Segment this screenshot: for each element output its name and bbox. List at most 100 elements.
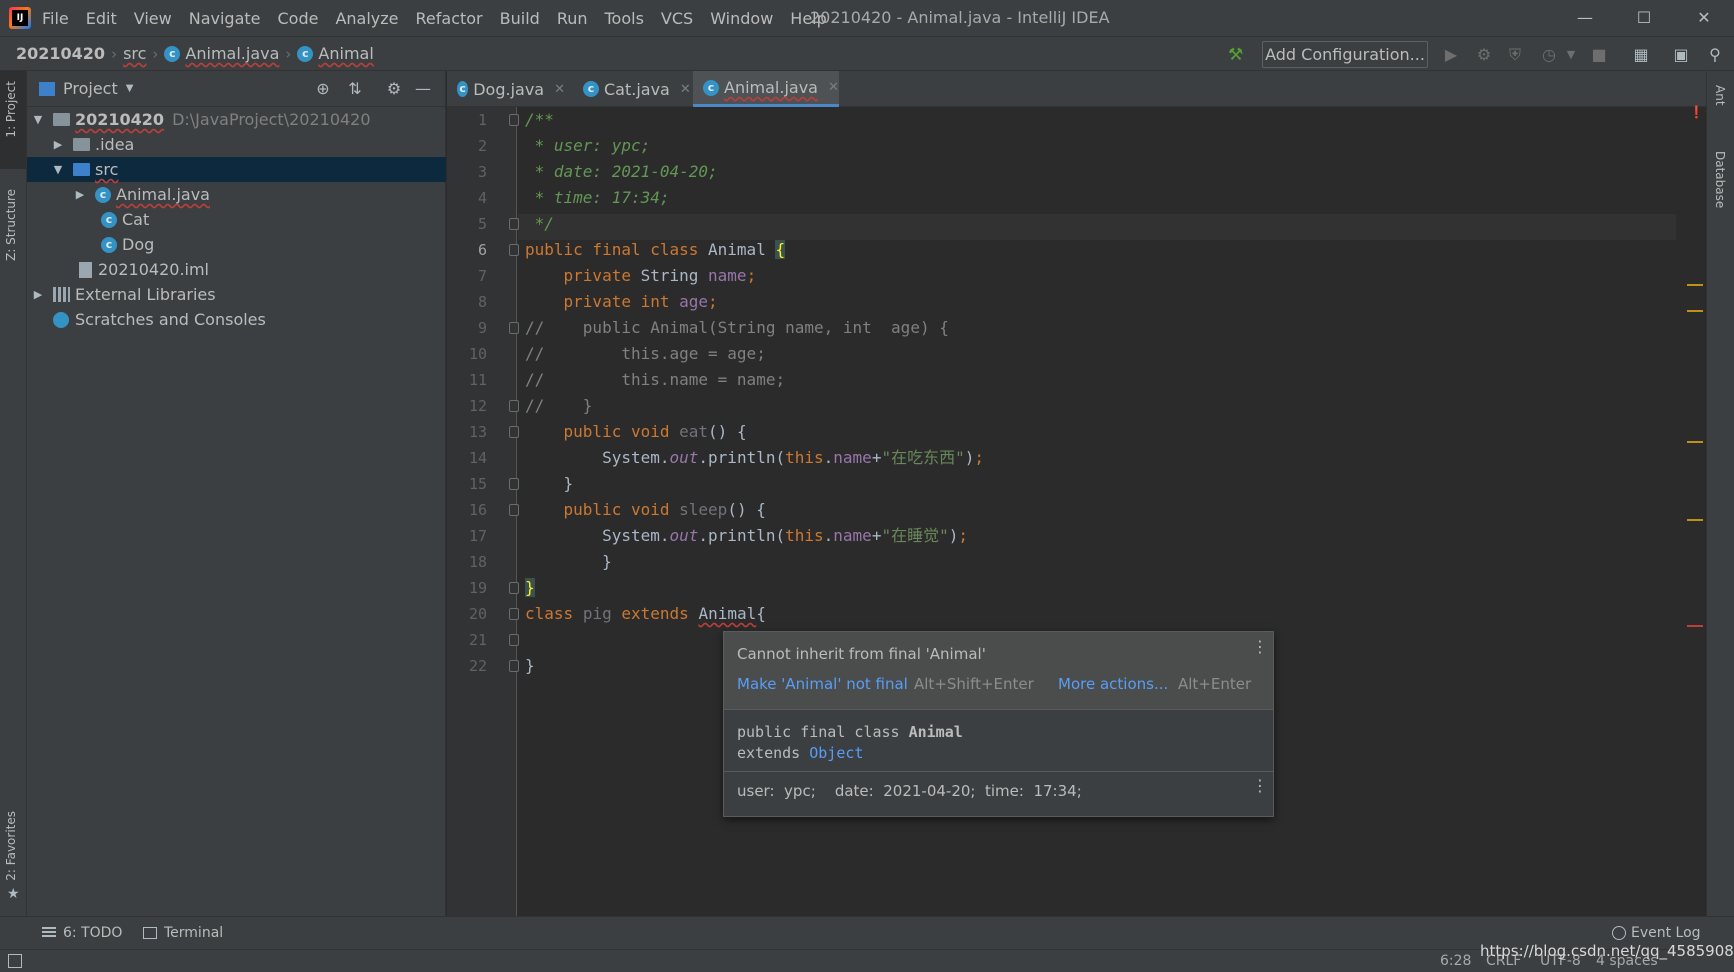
- toggle-panel-icon[interactable]: ▣: [1670, 44, 1692, 66]
- expand-triangle-icon[interactable]: ▶: [51, 138, 65, 151]
- fold-marker-icon[interactable]: [509, 244, 519, 256]
- tool-tab-project[interactable]: 1: Project: [4, 81, 18, 138]
- tab-cat-java[interactable]: c Cat.java ✕: [573, 71, 691, 107]
- tool-tab-todo[interactable]: 6: TODO: [42, 925, 122, 941]
- menu-analyze[interactable]: Analyze: [334, 7, 399, 30]
- menu-tools[interactable]: Tools: [604, 7, 645, 30]
- breadcrumb-src[interactable]: src: [123, 44, 146, 63]
- tree-item-iml[interactable]: 20210420.iml: [27, 257, 446, 282]
- tree-item-animal-java[interactable]: ▶ c Animal.java: [27, 182, 446, 207]
- tree-item-project-root[interactable]: ▼ 20210420 D:\JavaProject\20210420: [27, 107, 446, 132]
- tree-item-dog[interactable]: c Dog: [27, 232, 446, 257]
- close-tab-icon[interactable]: ✕: [554, 82, 565, 97]
- event-log-label: Event Log: [1631, 925, 1701, 941]
- tree-item-label: .idea: [95, 135, 135, 154]
- tool-tab-terminal[interactable]: Terminal: [143, 925, 223, 941]
- terminal-label: Terminal: [164, 925, 224, 941]
- fold-marker-icon[interactable]: [509, 634, 519, 646]
- close-window-icon[interactable]: ✕: [1692, 6, 1716, 30]
- warning-mark[interactable]: [1687, 441, 1703, 443]
- tool-tab-database[interactable]: Database: [1713, 151, 1727, 208]
- fold-marker-icon[interactable]: [509, 426, 519, 438]
- project-view-selector[interactable]: Project: [63, 79, 118, 98]
- search-icon[interactable]: ⚲: [1704, 44, 1726, 66]
- menu-run[interactable]: Run: [556, 7, 589, 30]
- caret-position[interactable]: 6:28: [1440, 953, 1471, 969]
- build-hammer-icon[interactable]: ⚒: [1228, 45, 1248, 65]
- close-tab-icon[interactable]: ✕: [680, 82, 691, 97]
- make-not-final-link[interactable]: Make 'Animal' not final: [737, 675, 908, 693]
- warning-mark[interactable]: [1687, 310, 1703, 312]
- breadcrumb-file[interactable]: c Animal.java: [164, 44, 279, 63]
- tool-tab-ant[interactable]: Ant: [1713, 85, 1727, 106]
- fold-marker-icon[interactable]: [509, 218, 519, 230]
- error-mark[interactable]: [1687, 625, 1703, 627]
- close-tab-icon[interactable]: ✕: [828, 80, 839, 95]
- chevron-down-icon[interactable]: ▼: [1560, 44, 1582, 66]
- fold-marker-icon[interactable]: [509, 608, 519, 620]
- profile-icon[interactable]: ◷: [1538, 44, 1560, 66]
- more-options-icon[interactable]: ⋮: [1252, 639, 1268, 655]
- hide-panel-icon[interactable]: —: [413, 79, 433, 99]
- add-configuration-button[interactable]: Add Configuration...: [1262, 41, 1428, 68]
- more-actions-link[interactable]: More actions...: [1058, 675, 1168, 693]
- project-structure-icon[interactable]: ▦: [1630, 44, 1652, 66]
- tree-item-external-libraries[interactable]: ▶ External Libraries: [27, 282, 446, 307]
- breadcrumb-project[interactable]: 20210420: [16, 44, 105, 63]
- error-indicator-icon[interactable]: ❗: [1689, 105, 1704, 119]
- code-line-16: public void sleep() {: [563, 500, 766, 519]
- tree-item-cat[interactable]: c Cat: [27, 207, 446, 232]
- fold-marker-icon[interactable]: [509, 582, 519, 594]
- fold-marker-icon[interactable]: [509, 400, 519, 412]
- menu-code[interactable]: Code: [277, 7, 320, 30]
- tool-tab-favorites[interactable]: 2: Favorites: [4, 811, 18, 881]
- fold-marker-icon[interactable]: [509, 478, 519, 490]
- coverage-icon[interactable]: ⛨: [1504, 44, 1526, 66]
- code-line-10: // this.age = age;: [525, 344, 766, 363]
- collapse-all-icon[interactable]: ⇅: [345, 79, 365, 99]
- menu-vcs[interactable]: VCS: [660, 7, 694, 30]
- project-panel: Project ▼ ⊕ ⇅ ⚙ — ▼ 20210420 D:\JavaProj…: [27, 71, 446, 916]
- menu-refactor[interactable]: Refactor: [415, 7, 484, 30]
- code-line-18: }: [525, 552, 612, 571]
- minimize-icon[interactable]: —: [1573, 6, 1597, 30]
- expand-triangle-icon[interactable]: ▶: [31, 288, 45, 301]
- tree-item-src[interactable]: ▼ src: [27, 157, 446, 182]
- breadcrumb-class[interactable]: c Animal: [297, 44, 374, 63]
- tree-item-scratches[interactable]: Scratches and Consoles: [27, 307, 446, 332]
- toggle-tool-windows-icon[interactable]: [8, 954, 22, 968]
- tree-item-label: src: [95, 160, 119, 179]
- module-folder-icon: [53, 113, 70, 126]
- tool-tab-structure[interactable]: Z: Structure: [4, 189, 18, 261]
- chevron-down-icon[interactable]: ▼: [126, 83, 134, 94]
- gear-icon[interactable]: ⚙: [384, 79, 404, 99]
- run-icon[interactable]: ▶: [1440, 44, 1462, 66]
- menu-file[interactable]: File: [41, 7, 70, 30]
- stop-icon[interactable]: ■: [1588, 44, 1610, 66]
- tab-dog-java[interactable]: c Dog.java ✕: [447, 71, 565, 107]
- locate-file-icon[interactable]: ⊕: [313, 79, 333, 99]
- tree-item-label: Scratches and Consoles: [75, 310, 266, 329]
- warning-mark[interactable]: [1687, 519, 1703, 521]
- expand-triangle-icon[interactable]: ▼: [51, 163, 65, 176]
- tree-item-idea[interactable]: ▶ .idea: [27, 132, 446, 157]
- fold-marker-icon[interactable]: [509, 114, 519, 126]
- fold-marker-icon[interactable]: [509, 660, 519, 672]
- menu-view[interactable]: View: [133, 7, 173, 30]
- menu-navigate[interactable]: Navigate: [188, 7, 262, 30]
- fold-marker-icon[interactable]: [509, 322, 519, 334]
- expand-triangle-icon[interactable]: ▶: [73, 188, 87, 201]
- maximize-icon[interactable]: ☐: [1632, 6, 1656, 30]
- tool-tab-event-log[interactable]: Event Log: [1612, 925, 1701, 941]
- more-options-icon[interactable]: ⋮: [1252, 778, 1268, 794]
- fold-marker-icon[interactable]: [509, 504, 519, 516]
- menu-edit[interactable]: Edit: [85, 7, 118, 30]
- expand-triangle-icon[interactable]: ▼: [31, 113, 45, 126]
- warning-mark[interactable]: [1687, 284, 1703, 286]
- object-link[interactable]: Object: [809, 744, 863, 762]
- tab-animal-java[interactable]: c Animal.java ✕: [693, 71, 839, 107]
- menu-build[interactable]: Build: [499, 7, 541, 30]
- debug-icon[interactable]: ⚙: [1473, 44, 1495, 66]
- library-icon: [53, 287, 70, 302]
- menu-window[interactable]: Window: [709, 7, 774, 30]
